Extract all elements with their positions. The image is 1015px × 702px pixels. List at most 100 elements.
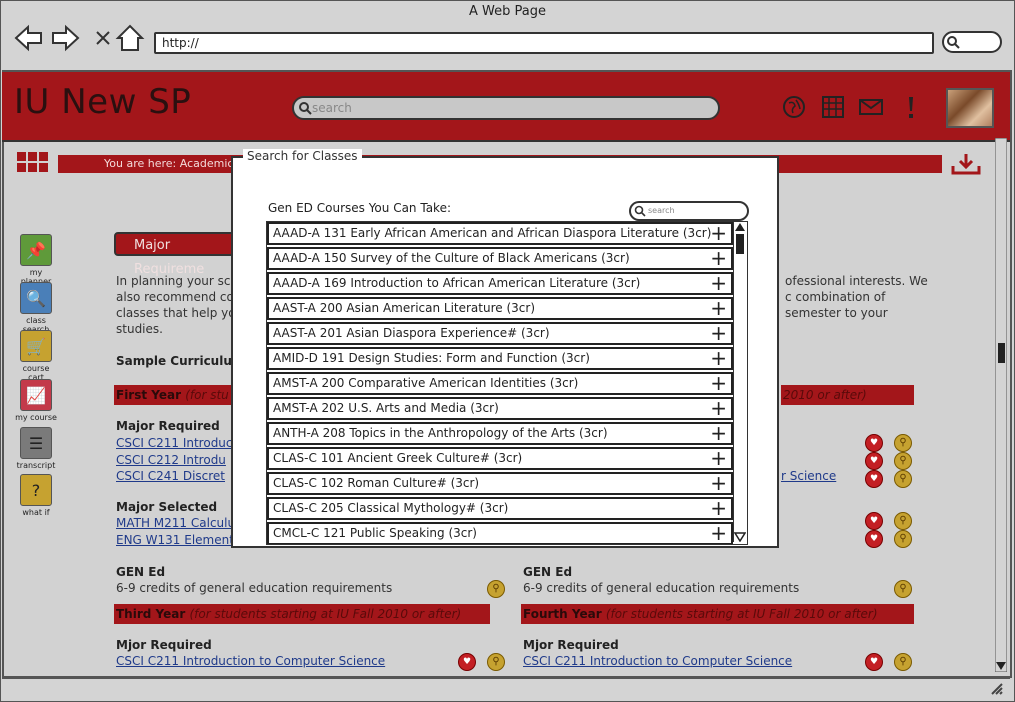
sample-curriculum-heading: Sample Curriculum bbox=[116, 354, 245, 368]
add-course-icon[interactable]: + bbox=[710, 524, 727, 543]
magnifier-icon[interactable]: ⚲ bbox=[894, 452, 912, 470]
course-list: AAAD-A 131 Early African American and Af… bbox=[266, 221, 748, 545]
sidebar-item-transcript[interactable]: ☰ transcript bbox=[14, 427, 58, 470]
add-course-icon[interactable]: + bbox=[710, 474, 727, 493]
list-icon: ☰ bbox=[20, 427, 52, 459]
add-course-icon[interactable]: + bbox=[710, 424, 727, 443]
site-logo[interactable]: IU New SP bbox=[14, 82, 191, 122]
search-placeholder: search bbox=[648, 206, 675, 215]
course-search-input[interactable]: search bbox=[629, 201, 749, 221]
course-link[interactable]: CSCI C241 Discret bbox=[116, 469, 225, 483]
add-course-icon[interactable]: + bbox=[710, 499, 727, 518]
course-title: AAST-A 201 Asian Diaspora Experience# (3… bbox=[273, 326, 550, 340]
favorite-icon[interactable]: ♥ bbox=[865, 653, 883, 671]
course-list-item[interactable]: AMST-A 200 Comparative American Identiti… bbox=[267, 372, 733, 395]
gen-ed-text: 6-9 credits of general education require… bbox=[116, 581, 393, 595]
search-icon bbox=[299, 102, 312, 115]
magnifier-icon[interactable]: ⚲ bbox=[894, 580, 912, 598]
magnifier-icon[interactable]: ⚲ bbox=[894, 434, 912, 452]
favorite-icon[interactable]: ♥ bbox=[865, 512, 883, 530]
course-link[interactable]: MATH M211 Calculus bbox=[116, 516, 241, 530]
favorite-icon[interactable]: ♥ bbox=[865, 470, 883, 488]
course-link[interactable]: CSCI C211 Introduction to Computer Scien… bbox=[523, 654, 792, 668]
intro-text-line: also recommend cor bbox=[116, 290, 239, 304]
magnifier-icon[interactable]: ⚲ bbox=[894, 653, 912, 671]
course-list-item[interactable]: CLAS-C 102 Roman Culture# (3cr) + bbox=[267, 472, 733, 495]
add-course-icon[interactable]: + bbox=[710, 449, 727, 468]
add-course-icon[interactable]: + bbox=[710, 224, 727, 243]
course-list-item[interactable]: AAST-A 201 Asian Diaspora Experience# (3… bbox=[267, 322, 733, 345]
favorite-icon[interactable]: ♥ bbox=[458, 653, 476, 671]
course-list-item[interactable]: AAST-A 200 Asian American Literature (3c… bbox=[267, 297, 733, 320]
status-bar bbox=[2, 677, 1010, 699]
course-list-item[interactable]: CLAS-C 101 Ancient Greek Culture# (3cr) + bbox=[267, 447, 733, 470]
sidebar-item-what-if[interactable]: ? what if bbox=[14, 474, 58, 517]
first-year-bar-right: 2010 or after) bbox=[781, 385, 914, 405]
chart-icon: 📈 bbox=[20, 379, 52, 411]
browser-search-field[interactable] bbox=[942, 31, 1002, 53]
sidebar-item-my-planner[interactable]: 📌my planner bbox=[14, 234, 58, 286]
sidebar-item-label: my course bbox=[15, 413, 57, 422]
course-title: AAAD-A 150 Survey of the Culture of Blac… bbox=[273, 251, 630, 265]
mail-icon[interactable] bbox=[858, 94, 884, 120]
forward-icon[interactable] bbox=[50, 22, 82, 54]
first-year-bar: First Year (for stu bbox=[114, 385, 232, 405]
course-link[interactable]: ENG W131 Element bbox=[116, 533, 234, 547]
major-requirements-tab[interactable]: Major Requireme bbox=[114, 232, 244, 277]
add-course-icon[interactable]: + bbox=[710, 374, 727, 393]
favorite-icon[interactable]: ♥ bbox=[865, 530, 883, 548]
sidebar-item-class-search[interactable]: 🔍class search bbox=[14, 282, 58, 334]
alert-icon[interactable] bbox=[898, 94, 924, 120]
course-list-scrollbar[interactable] bbox=[733, 222, 746, 542]
intro-text-line: In planning your sche bbox=[116, 274, 246, 288]
sidebar-item-label: transcript bbox=[16, 461, 56, 470]
magnifier-icon[interactable]: ⚲ bbox=[894, 512, 912, 530]
add-course-icon[interactable]: + bbox=[710, 249, 727, 268]
course-list-item[interactable]: AMID-D 191 Design Studies: Form and Func… bbox=[267, 347, 733, 370]
major-required-heading: Major Required bbox=[116, 419, 220, 433]
gen-ed-heading: GEN Ed bbox=[523, 565, 573, 579]
course-list-item[interactable]: ANTH-A 208 Topics in the Anthropology of… bbox=[267, 422, 733, 445]
course-list-item[interactable]: AAAD-A 131 Early African American and Af… bbox=[267, 222, 733, 245]
add-course-icon[interactable]: + bbox=[710, 399, 727, 418]
course-list-item[interactable]: CLAS-C 205 Classical Mythology# (3cr) + bbox=[267, 497, 733, 520]
add-course-icon[interactable]: + bbox=[710, 299, 727, 318]
search-icon bbox=[947, 36, 960, 49]
course-title: CLAS-C 101 Ancient Greek Culture# (3cr) bbox=[273, 451, 523, 465]
home-icon[interactable] bbox=[114, 22, 146, 54]
magnifier-icon[interactable]: ⚲ bbox=[487, 580, 505, 598]
magnifier-icon[interactable]: ⚲ bbox=[894, 470, 912, 488]
course-link[interactable]: r Science bbox=[781, 469, 836, 483]
calendar-icon[interactable] bbox=[820, 94, 846, 120]
download-icon[interactable] bbox=[950, 152, 982, 176]
sidebar-item-label: what if bbox=[22, 508, 50, 517]
add-course-icon[interactable]: + bbox=[710, 324, 727, 343]
apps-grid-icon[interactable] bbox=[16, 151, 50, 173]
sidebar-item-course-cart[interactable]: 🛒 course cart bbox=[14, 330, 58, 382]
question-icon: ? bbox=[20, 474, 52, 506]
favorite-icon[interactable]: ♥ bbox=[865, 452, 883, 470]
fourth-year-bar: Fourth Year (for students starting at IU… bbox=[521, 604, 914, 624]
url-bar[interactable]: http:// bbox=[154, 32, 934, 54]
magnifier-icon[interactable]: ⚲ bbox=[894, 530, 912, 548]
sidebar-item-my-course[interactable]: 📈 my course bbox=[14, 379, 58, 422]
avatar[interactable] bbox=[946, 88, 994, 128]
course-list-item[interactable]: CMCL-C 121 Public Speaking (3cr) + bbox=[267, 522, 733, 544]
back-icon[interactable] bbox=[12, 22, 44, 54]
course-list-item[interactable]: AMST-A 202 U.S. Arts and Media (3cr) + bbox=[267, 397, 733, 420]
course-link[interactable]: CSCI C211 Introduc bbox=[116, 436, 233, 450]
favorite-icon[interactable]: ♥ bbox=[865, 434, 883, 452]
page-scrollbar[interactable] bbox=[995, 138, 1007, 672]
course-list-item[interactable]: AAAD-A 150 Survey of the Culture of Blac… bbox=[267, 247, 733, 270]
site-search-input[interactable]: search bbox=[292, 96, 720, 120]
course-link[interactable]: CSCI C211 Introduction to Computer Scien… bbox=[116, 654, 385, 668]
cart-icon: 🛒 bbox=[20, 330, 52, 362]
dialog-title: Search for Classes bbox=[243, 149, 362, 163]
course-list-item[interactable]: AAAD-A 169 Introduction to African Ameri… bbox=[267, 272, 733, 295]
globe-icon[interactable] bbox=[781, 94, 807, 120]
magnifier-icon[interactable]: ⚲ bbox=[487, 653, 505, 671]
add-course-icon[interactable]: + bbox=[710, 274, 727, 293]
add-course-icon[interactable]: + bbox=[710, 349, 727, 368]
course-link[interactable]: CSCI C212 Introdu bbox=[116, 453, 226, 467]
resize-grip-icon[interactable] bbox=[990, 682, 1004, 696]
